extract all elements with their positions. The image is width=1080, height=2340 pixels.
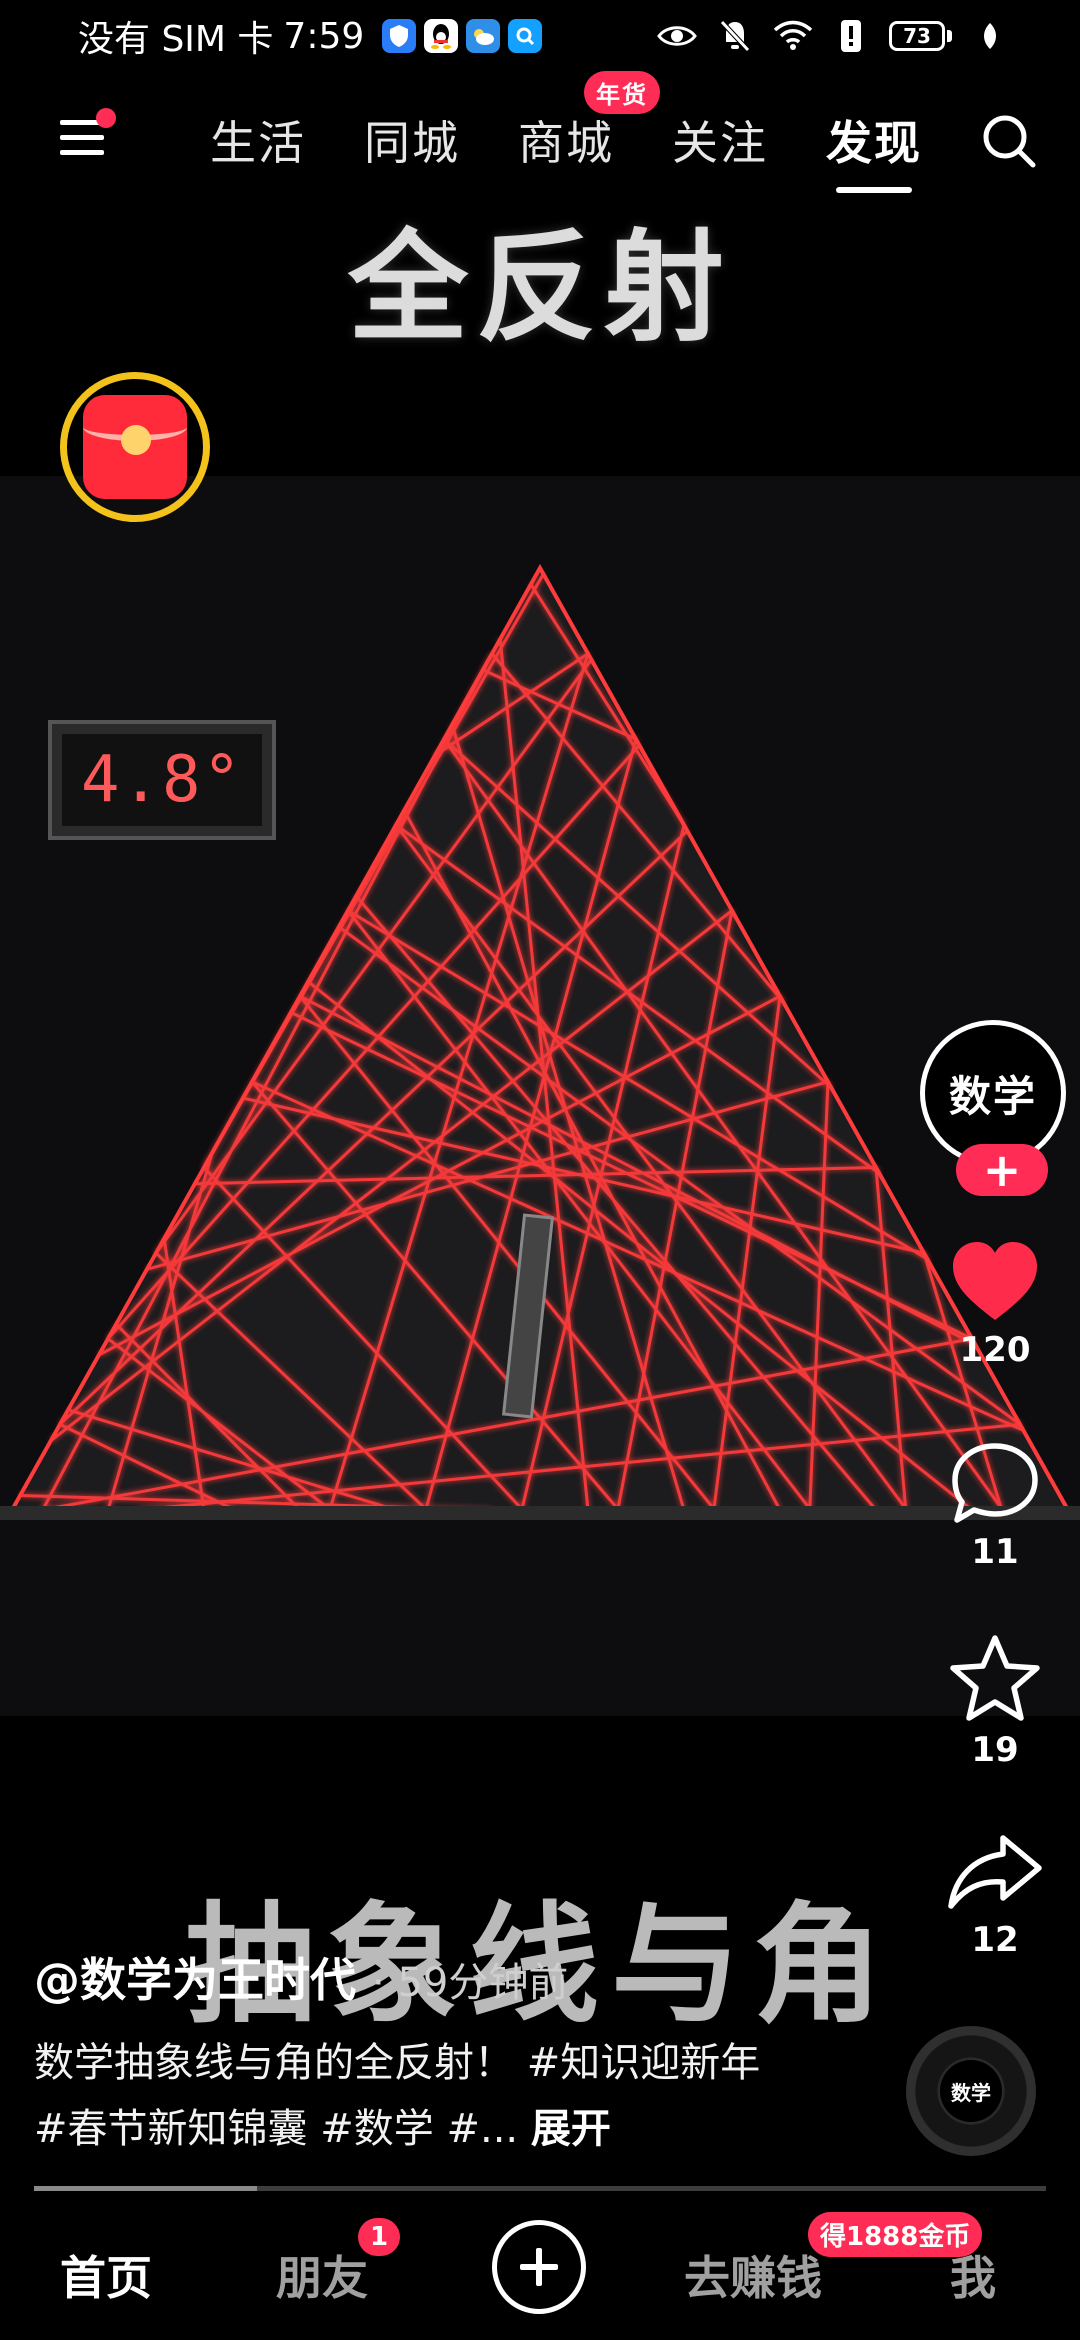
favorite-count: 19	[971, 1730, 1019, 1770]
top-nav: 生活 同城 商城 年货 关注 发现	[0, 71, 1080, 193]
search-icon	[983, 115, 1036, 168]
post-time: · 59分钟前	[372, 1960, 569, 2006]
disc-label: 数学	[940, 2060, 1002, 2122]
tab-local[interactable]: 同城	[364, 107, 460, 173]
like-count: 120	[959, 1330, 1031, 1370]
share-icon	[948, 1835, 1042, 1909]
nav-home[interactable]: 首页	[60, 2242, 152, 2308]
shield-icon	[382, 19, 417, 53]
expand-link[interactable]: 展开	[531, 2106, 611, 2152]
video-description: 数学抽象线与角的全反射！ #知识迎新年 #春节新知锦囊 #数学 #... 展开	[34, 2030, 794, 2162]
mute-bell-icon	[715, 16, 755, 56]
search-app-icon	[508, 19, 543, 53]
heart-icon	[953, 1242, 1037, 1320]
battery-indicator: 73	[889, 21, 952, 51]
eye-icon	[657, 16, 697, 56]
tab-mall[interactable]: 商城 年货	[518, 71, 660, 173]
friends-badge: 1	[358, 2218, 401, 2256]
video-title-overlay: 全反射	[348, 219, 732, 358]
menu-button[interactable]	[58, 108, 118, 174]
star-icon	[950, 1635, 1040, 1721]
bottom-nav: 首页 朋友 1 去赚钱 得1888金币 我	[0, 2196, 1080, 2340]
follow-button[interactable]: +	[956, 1143, 1048, 1197]
like-button[interactable]: 120	[910, 1240, 1080, 1370]
status-bar: 没有 SIM 卡 7:59 73	[0, 0, 1080, 72]
weather-icon	[466, 19, 501, 53]
music-disc[interactable]: 数学	[906, 2026, 1036, 2156]
comment-icon	[952, 1443, 1038, 1523]
author-line: @数学为王时代 · 59分钟前	[34, 1944, 568, 2010]
comment-button[interactable]: 11	[910, 1440, 1080, 1572]
status-right: 73	[657, 16, 1010, 56]
share-button[interactable]: 12	[910, 1830, 1080, 1960]
favorite-button[interactable]: 19	[910, 1632, 1080, 1770]
status-app-icons	[382, 19, 543, 53]
carrier-text: 没有 SIM 卡	[78, 19, 274, 60]
share-count: 12	[971, 1920, 1019, 1960]
tab-discover[interactable]: 发现	[826, 107, 922, 193]
status-left: 没有 SIM 卡 7:59	[78, 10, 543, 62]
red-packet-button[interactable]	[60, 372, 210, 522]
author-avatar-group: 数学 +	[920, 1020, 1066, 1197]
alert-icon	[831, 16, 871, 56]
tab-following[interactable]: 关注	[672, 107, 768, 173]
author-handle[interactable]: @数学为王时代	[34, 1953, 356, 2007]
nav-me[interactable]: 我	[950, 2242, 996, 2308]
notification-dot	[96, 108, 116, 128]
temperature-value: 4.8°	[62, 734, 262, 826]
battery-level: 73	[903, 24, 931, 48]
app-screen: 没有 SIM 卡 7:59 73 全反射 4.8° 抽象线与角 生活 同城 商城…	[0, 0, 1080, 2340]
leaf-icon	[970, 16, 1010, 56]
mall-badge: 年货	[584, 71, 660, 114]
clock: 7:59	[283, 15, 365, 57]
progress-fill	[34, 2186, 257, 2191]
description-text: 数学抽象线与角的全反射！ #知识迎新年 #春节新知锦囊 #数学 #...	[34, 2040, 761, 2152]
nav-earn[interactable]: 去赚钱 得1888金币	[684, 2212, 983, 2308]
plus-icon	[520, 2248, 558, 2286]
comment-count: 11	[971, 1532, 1019, 1572]
red-packet-icon	[83, 395, 187, 499]
nav-tabs: 生活 同城 商城 年货 关注 发现	[210, 71, 980, 193]
qq-icon	[424, 19, 459, 53]
search-button[interactable]	[974, 106, 1044, 176]
temperature-display: 4.8°	[48, 720, 276, 840]
create-button[interactable]	[492, 2220, 586, 2314]
wifi-icon	[773, 16, 813, 56]
video-progress-bar[interactable]	[34, 2186, 1046, 2191]
tab-life[interactable]: 生活	[210, 107, 306, 173]
nav-friends[interactable]: 朋友 1	[276, 2218, 401, 2308]
